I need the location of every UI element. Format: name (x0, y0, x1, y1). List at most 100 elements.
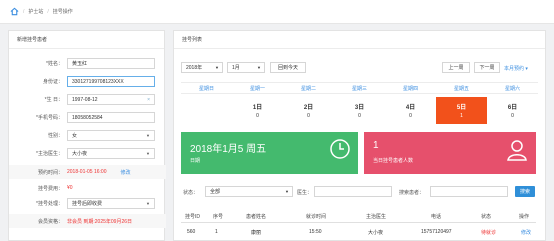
month-select[interactable]: 1月 ▼ (227, 62, 265, 73)
calendar-day (181, 97, 232, 124)
doctor-filter-input[interactable] (314, 186, 392, 197)
col-header: 就诊时间 (306, 214, 327, 220)
day-count: 0 (358, 113, 361, 119)
user-icon (506, 138, 528, 164)
cell-status: 待就诊 (481, 230, 497, 236)
chevron-down-icon: ▼ (215, 65, 219, 70)
breadcrumb-nurse-station[interactable]: 护士站 (28, 8, 43, 15)
weekday-sun: 星期日 (181, 82, 232, 94)
birth-value: 1997-08-12 (72, 96, 98, 103)
year-select[interactable]: 2018年 ▼ (181, 62, 223, 73)
process-select[interactable]: 挂号后即收费 ▼ (67, 198, 155, 209)
name-row: *姓名： 黄玉红 (9, 58, 166, 69)
table-row[interactable]: 560 1 康丽 15:50 大小夜 15757120497 待就诊 修改 (181, 226, 536, 239)
chevron-down-icon: ▼ (257, 65, 261, 70)
search-button[interactable]: 搜索 (515, 186, 535, 197)
day-count: 1 (460, 113, 463, 119)
weekday-tue: 星期二 (283, 82, 334, 94)
calendar-day[interactable]: 6日 0 (487, 97, 538, 124)
month-appointments-link[interactable]: 本月预约 ▾ (504, 65, 528, 72)
cell-seq: 1 (215, 229, 218, 235)
cell-doctor: 大小夜 (368, 230, 384, 236)
back-today-button[interactable]: 回到今天 (270, 62, 306, 73)
gender-label: 性别： (47, 133, 63, 139)
col-header: 主治医生 (366, 214, 387, 220)
clear-icon[interactable]: × (147, 97, 150, 103)
doctor-label: *主治医生： (36, 151, 63, 157)
idcard-row: 身份证： 330127199708123XXX (9, 76, 166, 87)
phone-label: *手机号码： (36, 115, 63, 121)
process-value: 挂号后即收费 (72, 201, 103, 207)
new-patient-panel: 新增挂号患者 *姓名： 黄玉红 身份证： 330127199708123XXX … (8, 30, 166, 241)
member-row: 会员资格： 非会员 到期:2025年09月26日 (9, 214, 166, 228)
day-number: 2日 (303, 105, 314, 111)
status-filter-label: 状态： (183, 190, 199, 196)
status-filter-select[interactable]: 全部 ▼ (205, 186, 293, 197)
calendar-day[interactable]: 2日 0 (283, 97, 334, 124)
day-number: 5日 (456, 105, 467, 111)
month-value: 1月 (232, 65, 240, 71)
appt-time-row: 预约时间： 2018-01-05 16:00 修改 (9, 165, 166, 179)
status-filter-value: 全部 (210, 189, 221, 195)
phone-row: *手机号码： 18058052584 (9, 112, 166, 123)
date-card-value: 2018年1月5 周五 (190, 144, 267, 155)
day-count: 0 (511, 113, 514, 119)
patient-search-input[interactable] (430, 186, 508, 197)
calendar-day[interactable]: 1日 0 (232, 97, 283, 124)
doctor-select[interactable]: 大小夜 ▼ (67, 148, 155, 159)
chevron-down-icon: ▼ (146, 133, 150, 138)
weekday-wed: 星期三 (334, 82, 385, 94)
next-week-button[interactable]: 下一周 (474, 62, 500, 73)
table-header: 挂号ID 序号 患者姓名 就诊时间 主治医生 电话 状态 操作 (181, 210, 536, 223)
idcard-input[interactable]: 330127199708123XXX (67, 76, 155, 87)
breadcrumb-registration: 挂号操作 (52, 9, 73, 15)
calendar-day-today[interactable]: 5日 1 (436, 97, 487, 124)
appt-time-label: 预约时间： (37, 169, 63, 176)
patient-count-card: 1 当日挂号患者人数 (364, 132, 536, 174)
col-header: 挂号ID (185, 214, 201, 220)
gender-row: 性别： 女 ▼ (9, 130, 166, 141)
appt-time-value: 2018-01-05 16:00 (67, 169, 107, 175)
cell-id: 560 (187, 229, 196, 235)
doctor-row: *主治医生： 大小夜 ▼ (9, 148, 166, 159)
member-label: 会员资格： (37, 218, 63, 225)
birth-row: *生 日： 1997-08-12 × (9, 94, 166, 105)
edit-appt-time-link[interactable]: 修改 (120, 169, 130, 176)
prev-week-button[interactable]: 上一周 (442, 62, 470, 73)
fee-row: 挂号费用： ¥0 (9, 181, 166, 195)
process-row: *挂号处理： 挂号后即收费 ▼ (9, 198, 166, 209)
phone-input[interactable]: 18058052584 (67, 112, 155, 123)
weekday-mon: 星期一 (232, 82, 283, 94)
breadcrumb: / 护士站 / 挂号操作 (0, 0, 554, 24)
cell-name: 康丽 (251, 230, 262, 236)
cell-phone: 15757120497 (421, 229, 452, 235)
patient-count-label: 当日挂号患者人数 (373, 158, 414, 164)
col-header: 状态 (481, 214, 492, 220)
name-input[interactable]: 黄玉红 (67, 58, 155, 69)
patient-count-value: 1 (373, 140, 379, 151)
day-count: 0 (409, 113, 412, 119)
name-label: *姓名： (46, 61, 63, 67)
member-value: 非会员 到期:2025年09月26日 (67, 218, 133, 225)
home-icon[interactable] (10, 7, 19, 16)
day-number: 6日 (507, 105, 518, 111)
panel-title: 挂号列表 (174, 31, 545, 49)
edit-row-link[interactable]: 修改 (521, 229, 531, 236)
day-count: 0 (307, 113, 310, 119)
patient-search-label: 搜索患者： (399, 190, 425, 196)
day-number: 3日 (354, 105, 365, 111)
birth-input[interactable]: 1997-08-12 × (67, 94, 155, 105)
gender-select[interactable]: 女 ▼ (67, 130, 155, 141)
day-number: 4日 (405, 105, 416, 111)
calendar-day[interactable]: 4日 0 (385, 97, 436, 124)
calendar-day[interactable]: 3日 0 (334, 97, 385, 124)
col-header: 操作 (519, 214, 530, 220)
birth-label: *生 日： (44, 97, 63, 103)
cell-time: 15:50 (309, 229, 322, 235)
idcard-label: 身份证： (42, 79, 63, 85)
day-number: 1日 (252, 105, 263, 111)
breadcrumb-separator: / (23, 8, 25, 15)
panel-title: 新增挂号患者 (9, 31, 164, 49)
week-calendar: 星期日 星期一 星期二 星期三 星期四 星期五 星期六 1日 0 2日 0 3日… (181, 82, 538, 128)
date-card-label: 日期 (190, 158, 201, 164)
